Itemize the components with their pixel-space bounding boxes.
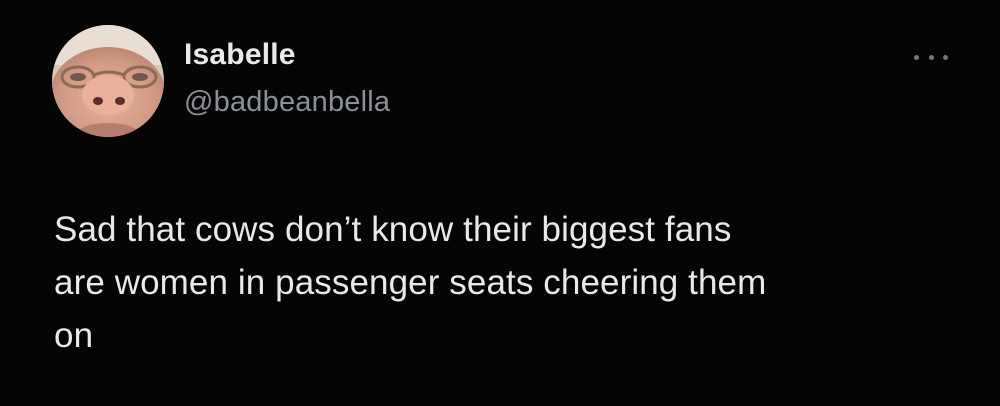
tweet-text-line: on bbox=[54, 316, 94, 355]
tweet-text: Sad that cows don’t know their biggest f… bbox=[54, 203, 954, 362]
tweet-card: Isabelle @badbeanbella Sad that cows don… bbox=[0, 0, 1000, 406]
more-dot bbox=[928, 54, 934, 60]
display-name[interactable]: Isabelle bbox=[184, 38, 296, 72]
user-handle[interactable]: @badbeanbella bbox=[184, 86, 390, 119]
profile-photo-avatar bbox=[52, 25, 164, 137]
avatar[interactable] bbox=[52, 25, 164, 137]
tweet-text-line: are women in passenger seats cheering th… bbox=[54, 263, 767, 302]
more-dot bbox=[943, 54, 948, 60]
tweet-text-line: Sad that cows don’t know their biggest f… bbox=[54, 210, 732, 249]
more-options-icon[interactable] bbox=[914, 50, 948, 64]
more-dot bbox=[914, 54, 919, 60]
